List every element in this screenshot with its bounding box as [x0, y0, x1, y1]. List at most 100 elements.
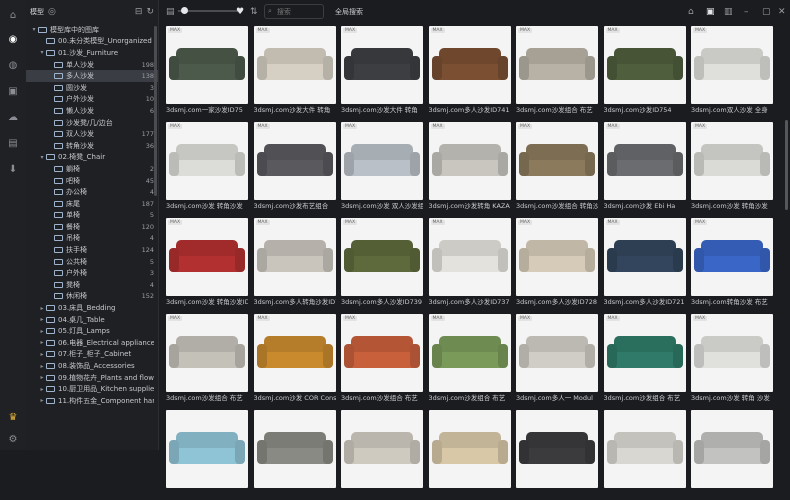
- asset-thumbnail[interactable]: [253, 410, 336, 488]
- tree-item[interactable]: ▾ 02.椅凳_Chair: [26, 152, 158, 164]
- download-icon[interactable]: ⬇: [6, 162, 20, 176]
- tree-item[interactable]: ▸ 03.床具_Bedding: [26, 302, 158, 314]
- assets-icon[interactable]: ◉: [6, 32, 20, 46]
- tree-item[interactable]: ▸ 08.装饰品_Accessories: [26, 360, 158, 372]
- asset-thumbnail[interactable]: MAX: [603, 122, 686, 200]
- tree-item[interactable]: 公共椅 5: [26, 256, 158, 268]
- asset-card[interactable]: MAX 3dsmj.com多人沙发ID739: [341, 218, 423, 308]
- grid-scrollbar[interactable]: [785, 120, 788, 210]
- asset-card[interactable]: MAX 3dsmj.com沙发组合 布艺: [603, 314, 686, 404]
- asset-thumbnail[interactable]: MAX: [603, 26, 686, 104]
- tree-item[interactable]: ▾ 模型库中的图库: [26, 24, 158, 36]
- asset-card[interactable]: MAX 3dsmj.com多人沙发ID728: [516, 218, 598, 308]
- tree-item[interactable]: 休闲椅 152: [26, 291, 158, 303]
- search-input[interactable]: [274, 6, 319, 17]
- document-icon[interactable]: ▤: [6, 136, 20, 150]
- expand-icon[interactable]: ▸: [38, 328, 46, 335]
- tree-item[interactable]: ▸ 10.厨卫用品_Kitchen supplies: [26, 383, 158, 395]
- asset-thumbnail[interactable]: [341, 410, 423, 488]
- minimize-icon[interactable]: –: [744, 7, 749, 17]
- asset-card[interactable]: MAX 3dsmj.com沙发 转角沙发: [691, 122, 773, 212]
- asset-thumbnail[interactable]: MAX: [428, 314, 511, 392]
- asset-thumbnail[interactable]: MAX: [603, 218, 686, 296]
- asset-card[interactable]: MAX 3dsmj.com转角沙发 布艺: [691, 218, 773, 308]
- asset-card[interactable]: MAX 3dsmj.com多人沙发ID737: [428, 218, 511, 308]
- asset-card[interactable]: MAX 3dsmj.com多人沙发ID741: [428, 26, 511, 116]
- asset-thumbnail[interactable]: [166, 410, 248, 488]
- layout-icon[interactable]: ▥: [724, 7, 733, 17]
- asset-thumbnail[interactable]: [516, 410, 598, 488]
- sort-icon[interactable]: ⇅: [250, 7, 258, 17]
- asset-card[interactable]: MAX 3dsmj.com沙发组合 布艺: [516, 26, 598, 116]
- expand-icon[interactable]: ▸: [38, 351, 46, 358]
- asset-card[interactable]: MAX 3dsmj.com沙发布艺组合: [253, 122, 336, 212]
- asset-thumbnail[interactable]: MAX: [691, 26, 773, 104]
- asset-thumbnail[interactable]: MAX: [691, 218, 773, 296]
- asset-card[interactable]: MAX 3dsmj.com沙发 COR Cons: [253, 314, 336, 404]
- asset-card[interactable]: MAX 3dsmj.com沙发组合 布艺: [166, 314, 248, 404]
- expand-icon[interactable]: ▸: [38, 305, 46, 312]
- expand-icon[interactable]: ▸: [38, 316, 46, 323]
- heart-icon[interactable]: ♥: [236, 7, 244, 17]
- asset-thumbnail[interactable]: MAX: [341, 218, 423, 296]
- tree-item[interactable]: 单人沙发 198: [26, 59, 158, 71]
- asset-thumbnail[interactable]: MAX: [691, 314, 773, 392]
- cloud-icon[interactable]: ☁: [6, 110, 20, 124]
- tree-item[interactable]: 户外沙发 10: [26, 94, 158, 106]
- expand-icon[interactable]: ▸: [38, 374, 46, 381]
- home-icon[interactable]: ⌂: [6, 8, 20, 22]
- tree-item[interactable]: 双人沙发 177: [26, 128, 158, 140]
- tree-item[interactable]: 凳椅 4: [26, 279, 158, 291]
- tree-item[interactable]: 转角沙发 36: [26, 140, 158, 152]
- asset-card[interactable]: MAX 3dsmj.com沙发 双人沙发组合: [341, 122, 423, 212]
- expand-icon[interactable]: ▾: [38, 154, 46, 161]
- asset-card[interactable]: MAX 3dsmj.com多人一 Modul: [516, 314, 598, 404]
- info-icon[interactable]: ◎: [48, 7, 56, 17]
- asset-thumbnail[interactable]: MAX: [253, 26, 336, 104]
- asset-card[interactable]: [691, 410, 773, 500]
- tree-item[interactable]: 吧椅 45: [26, 175, 158, 187]
- tree-item[interactable]: 沙发凳/几/边台: [26, 117, 158, 129]
- asset-thumbnail[interactable]: MAX: [691, 122, 773, 200]
- tree-item[interactable]: ▸ 09.植物花卉_Plants and flowers: [26, 372, 158, 384]
- asset-card[interactable]: MAX 3dsmj.com沙发ID754: [603, 26, 686, 116]
- tree-item[interactable]: ▾ 01.沙发_Furniture: [26, 47, 158, 59]
- asset-card[interactable]: [166, 410, 248, 500]
- asset-card[interactable]: MAX 3dsmj.com沙发 转角 沙发: [691, 314, 773, 404]
- asset-card[interactable]: MAX 3dsmj.com沙发 转角沙发ID752: [166, 218, 248, 308]
- asset-thumbnail[interactable]: [691, 410, 773, 488]
- asset-card[interactable]: MAX 3dsmj.com沙发组合 转角沙发: [516, 122, 598, 212]
- asset-thumbnail[interactable]: MAX: [603, 314, 686, 392]
- tree-item[interactable]: ▸ 11.构件五金_Component hardware: [26, 395, 158, 407]
- globe-icon[interactable]: ◍: [6, 58, 20, 72]
- asset-card[interactable]: MAX 3dsmj.com多人转角沙发ID733: [253, 218, 336, 308]
- asset-thumbnail[interactable]: MAX: [166, 26, 248, 104]
- view-toggle-icon[interactable]: ▣: [706, 7, 715, 17]
- asset-card[interactable]: MAX 3dsmj.com一家沙发ID75: [166, 26, 248, 116]
- asset-thumbnail[interactable]: MAX: [428, 122, 511, 200]
- asset-thumbnail[interactable]: MAX: [428, 26, 511, 104]
- tree-item[interactable]: 单椅 5: [26, 210, 158, 222]
- refresh-icon[interactable]: ↻: [146, 7, 154, 17]
- asset-thumbnail[interactable]: MAX: [516, 122, 598, 200]
- asset-thumbnail[interactable]: MAX: [166, 122, 248, 200]
- asset-card[interactable]: MAX 3dsmj.com沙发组合 布艺: [428, 314, 511, 404]
- asset-card[interactable]: [428, 410, 511, 500]
- tree-item[interactable]: 多人沙发 138: [26, 70, 158, 82]
- expand-icon[interactable]: ▸: [38, 363, 46, 370]
- asset-thumbnail[interactable]: MAX: [253, 218, 336, 296]
- asset-card[interactable]: MAX 3dsmj.com沙发组合 布艺: [341, 314, 423, 404]
- asset-card[interactable]: [603, 410, 686, 500]
- sidebar-scrollbar[interactable]: [154, 26, 157, 196]
- asset-thumbnail[interactable]: MAX: [166, 218, 248, 296]
- list-icon[interactable]: ▤: [166, 7, 175, 17]
- asset-thumbnail[interactable]: [603, 410, 686, 488]
- asset-card[interactable]: [253, 410, 336, 500]
- asset-thumbnail[interactable]: MAX: [516, 26, 598, 104]
- asset-card[interactable]: MAX 3dsmj.com沙发大件 转角: [341, 26, 423, 116]
- tree-item[interactable]: 躺椅 2: [26, 163, 158, 175]
- asset-thumbnail[interactable]: MAX: [341, 122, 423, 200]
- tree-item[interactable]: 餐椅 120: [26, 221, 158, 233]
- asset-card[interactable]: MAX 3dsmj.com多人沙发ID721: [603, 218, 686, 308]
- scope-label[interactable]: 全局搜索: [335, 7, 363, 17]
